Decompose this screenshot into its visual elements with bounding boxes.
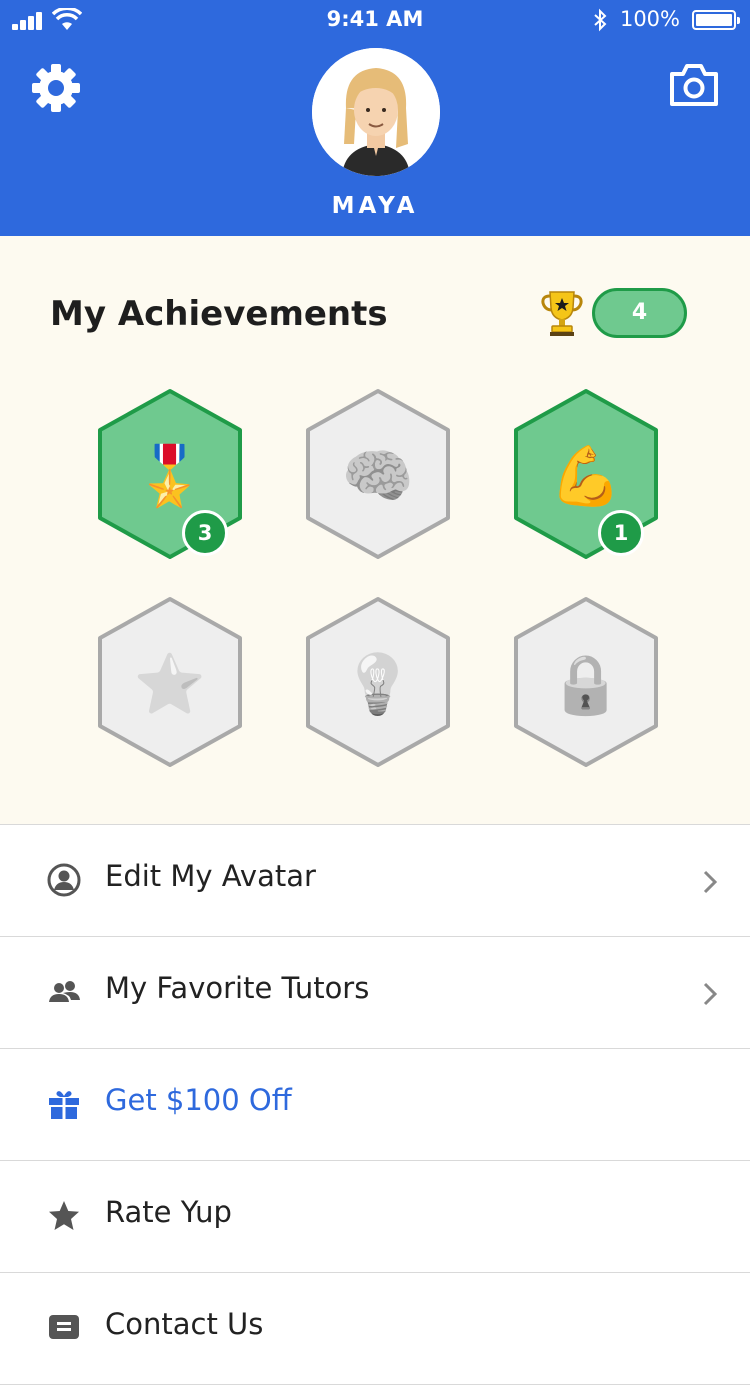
menu-item-contact-us[interactable]: Contact Us <box>0 1273 750 1385</box>
username: MAYA <box>331 193 419 219</box>
achievements-count-badge: 4 <box>592 288 687 338</box>
menu-item-rate-app[interactable]: Rate Yup <box>0 1161 750 1273</box>
menu-item-favorite-tutors[interactable]: My Favorite Tutors <box>0 937 750 1049</box>
camera-icon[interactable] <box>668 62 720 108</box>
muscle-icon: 💪 <box>549 442 623 510</box>
star-icon <box>49 1201 79 1230</box>
achievement-badge-lightbulb[interactable]: 💡 <box>302 596 454 768</box>
achievement-badge-brain[interactable]: 🧠 <box>302 388 454 560</box>
status-bar: 9:41 AM 100% <box>0 0 750 40</box>
achievements-panel: My Achievements 4 🎖️ 3 🧠 💪 1 ⭐ 💡 🔒 <box>0 236 750 825</box>
menu-item-label: Contact Us <box>105 1307 264 1341</box>
battery-icon <box>692 10 740 30</box>
badge-count: 3 <box>182 510 228 556</box>
achievement-badge-muscle[interactable]: 💪 1 <box>510 388 662 560</box>
menu-item-label: Rate Yup <box>105 1195 232 1229</box>
medal-icon: 🎖️ <box>133 442 207 510</box>
achievement-badge-medal[interactable]: 🎖️ 3 <box>94 388 246 560</box>
person-circle-icon <box>47 863 81 897</box>
menu-item-edit-avatar[interactable]: Edit My Avatar <box>0 825 750 937</box>
brain-icon: 🧠 <box>341 442 415 510</box>
avatar-illustration <box>312 48 440 176</box>
menu-item-get-discount[interactable]: Get $100 Off <box>0 1049 750 1161</box>
chevron-right-icon <box>703 870 718 894</box>
bluetooth-icon <box>594 8 607 32</box>
profile-header: 9:41 AM 100% MAYA <box>0 0 750 236</box>
profile-menu: Edit My Avatar My Favorite Tutors Get $1… <box>0 825 750 1385</box>
lock-icon: 🔒 <box>549 650 623 718</box>
achievement-badge-star[interactable]: ⭐ <box>94 596 246 768</box>
menu-item-label: Edit My Avatar <box>105 859 316 893</box>
lightbulb-icon: 💡 <box>341 650 415 718</box>
trophy-icon <box>541 291 583 336</box>
chevron-right-icon <box>703 982 718 1006</box>
achievement-badge-lock[interactable]: 🔒 <box>510 596 662 768</box>
message-icon <box>49 1315 79 1339</box>
people-icon <box>49 981 80 1002</box>
badge-count: 1 <box>598 510 644 556</box>
settings-gear-icon[interactable] <box>30 62 82 114</box>
avatar[interactable] <box>312 48 440 176</box>
battery-percent: 100% <box>619 7 680 31</box>
gift-icon <box>49 1091 79 1119</box>
achievements-title: My Achievements <box>50 294 388 334</box>
menu-item-label: Get $100 Off <box>105 1083 292 1117</box>
star-icon: ⭐ <box>133 650 207 718</box>
menu-item-label: My Favorite Tutors <box>105 971 370 1005</box>
